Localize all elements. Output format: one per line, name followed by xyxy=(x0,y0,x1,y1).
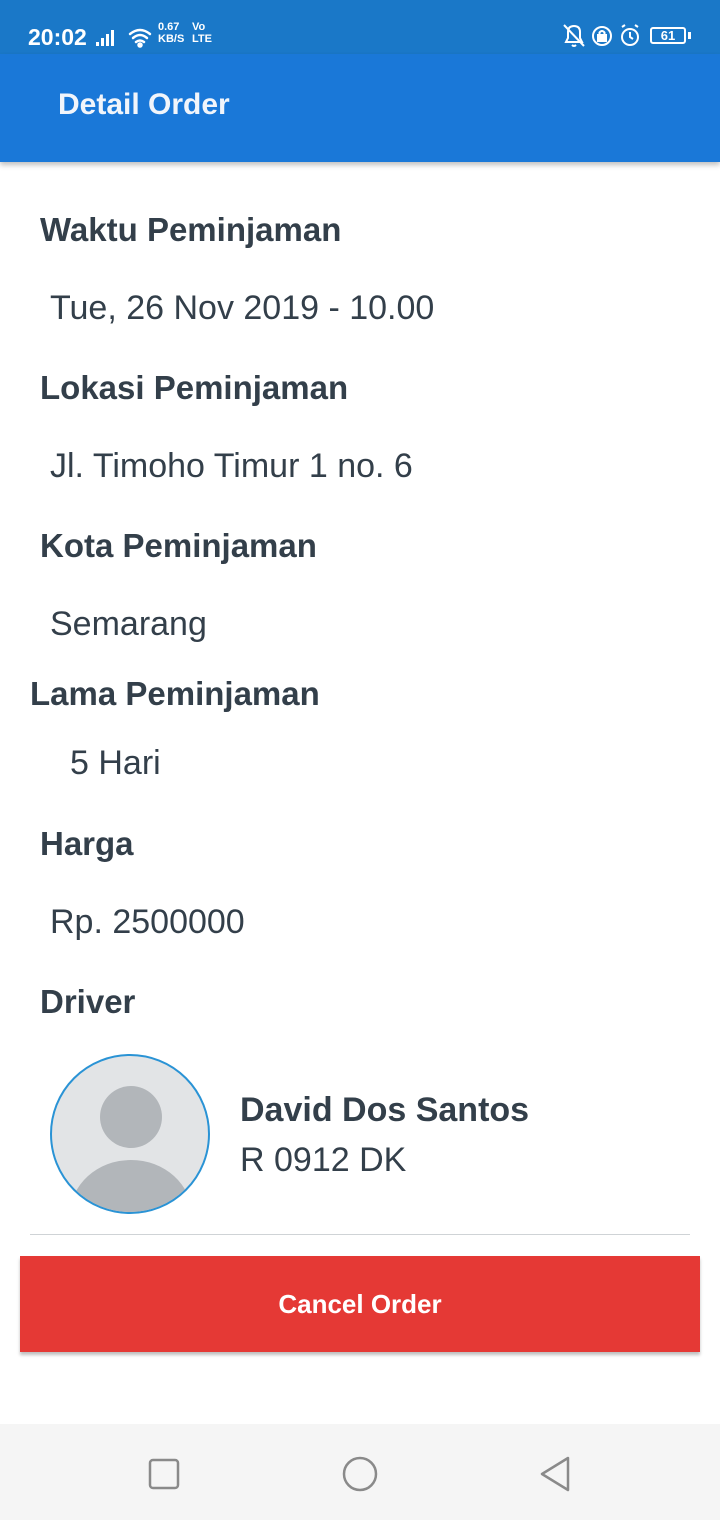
app-bar: Detail Order xyxy=(0,54,720,162)
battery-icon: 61 xyxy=(650,27,686,44)
status-bar: 20:02 0.67 KB/S Vo LTE 61 xyxy=(0,0,720,54)
lock-icon xyxy=(592,26,612,46)
driver-label: Driver xyxy=(40,983,136,1020)
nav-bar xyxy=(0,1424,720,1520)
kota-label: Kota Peminjaman xyxy=(40,527,317,564)
battery-tip xyxy=(688,32,691,39)
status-time: 20:02 xyxy=(28,24,87,50)
net-speed: 0.67 KB/S xyxy=(158,21,185,45)
signal-icon xyxy=(96,30,114,46)
avatar-head xyxy=(100,1086,162,1148)
alarm-icon xyxy=(621,24,639,46)
divider xyxy=(30,1234,690,1235)
cancel-order-button[interactable]: Cancel Order xyxy=(20,1256,700,1352)
page-title: Detail Order xyxy=(58,88,230,121)
home-icon[interactable] xyxy=(340,1454,380,1494)
signal-wifi-icons xyxy=(96,28,152,48)
lokasi-label: Lokasi Peminjaman xyxy=(40,369,349,406)
driver-avatar xyxy=(50,1054,210,1214)
status-right-icons xyxy=(563,24,639,47)
wifi-icon xyxy=(128,28,152,48)
back-icon[interactable] xyxy=(536,1454,576,1494)
waktu-value: Tue, 26 Nov 2019 - 10.00 xyxy=(50,289,435,327)
waktu-label: Waktu Peminjaman xyxy=(40,211,342,248)
lama-value: 5 Hari xyxy=(70,744,161,782)
harga-value: Rp. 2500000 xyxy=(50,903,245,941)
driver-name: David Dos Santos xyxy=(240,1091,530,1129)
driver-plate: R 0912 DK xyxy=(240,1141,407,1179)
harga-label: Harga xyxy=(40,825,134,862)
net-type: Vo LTE xyxy=(192,21,212,45)
mute-icon xyxy=(563,24,585,47)
kota-value: Semarang xyxy=(50,605,207,643)
recents-icon[interactable] xyxy=(144,1454,184,1494)
lama-label: Lama Peminjaman xyxy=(30,675,320,712)
avatar-shoulders xyxy=(70,1160,192,1212)
lokasi-value: Jl. Timoho Timur 1 no. 6 xyxy=(50,447,413,485)
